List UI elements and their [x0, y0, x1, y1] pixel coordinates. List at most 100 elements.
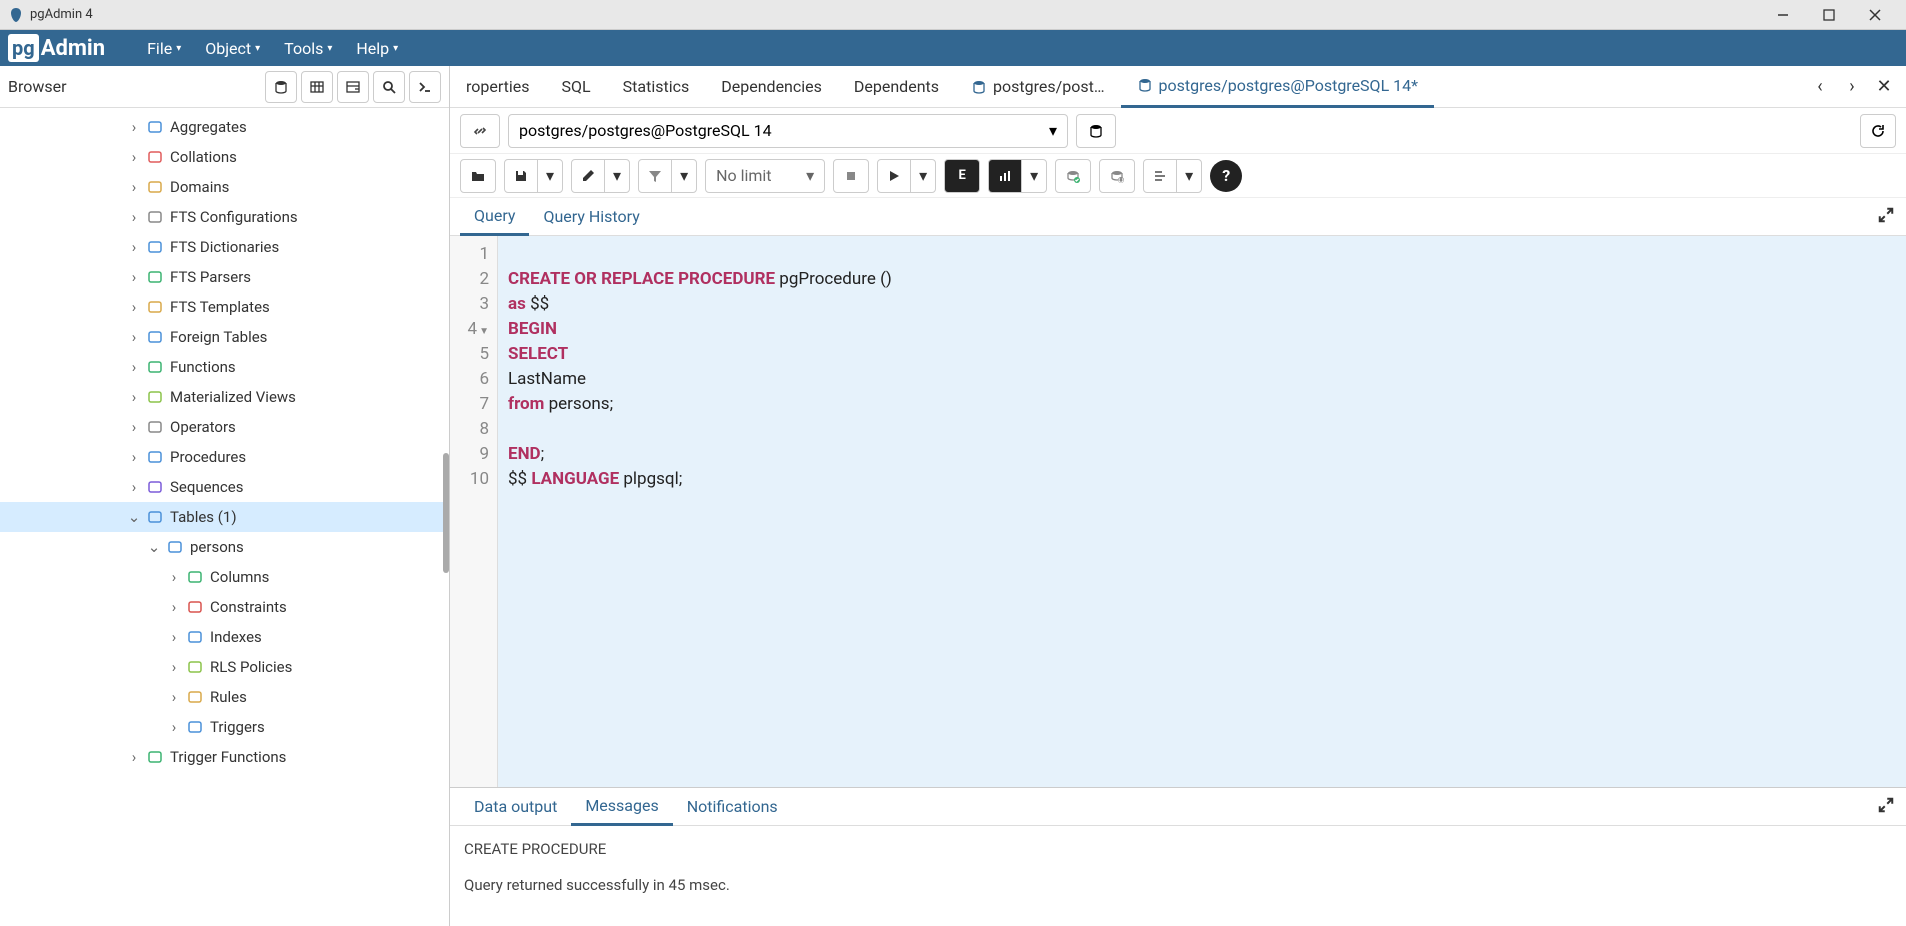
- chevron-down-icon[interactable]: ▾: [1177, 160, 1201, 192]
- save-file-button[interactable]: ▾: [504, 159, 563, 193]
- tree-node[interactable]: ›RLS Policies: [0, 652, 449, 682]
- tree-node-label: FTS Parsers: [170, 268, 251, 286]
- stop-button[interactable]: [833, 159, 869, 193]
- line-gutter: 12345678910: [450, 236, 498, 787]
- tree-node[interactable]: ›FTS Templates: [0, 292, 449, 322]
- minimize-button[interactable]: [1760, 0, 1806, 30]
- tree-node[interactable]: ›Constraints: [0, 592, 449, 622]
- object-tree[interactable]: ›Aggregates›Collations›Domains›FTS Confi…: [0, 108, 449, 926]
- tree-node[interactable]: ⌄Tables (1): [0, 502, 449, 532]
- menu-help[interactable]: Help▾: [344, 39, 410, 58]
- tree-node[interactable]: ›Procedures: [0, 442, 449, 472]
- tree-node[interactable]: › Foreign Tables: [0, 322, 449, 352]
- sql-editor[interactable]: 12345678910 CREATE OR REPLACE PROCEDURE …: [450, 236, 1906, 787]
- tree-node[interactable]: ›Aggregates: [0, 112, 449, 142]
- browser-header: Browser: [0, 66, 449, 108]
- tab-query-editor[interactable]: Query: [460, 198, 529, 236]
- logo-pg: pg: [8, 34, 39, 62]
- tree-node-label: Domains: [170, 178, 229, 196]
- chevron-down-icon[interactable]: ▾: [1022, 160, 1046, 192]
- reset-layout-button[interactable]: [1860, 114, 1896, 148]
- maximize-button[interactable]: [1806, 0, 1852, 30]
- tab-sql[interactable]: SQL: [546, 66, 607, 108]
- new-connection-button[interactable]: [1076, 114, 1116, 148]
- tree-node[interactable]: › Domains: [0, 172, 449, 202]
- chevron-right-icon: ›: [126, 148, 142, 166]
- tree-node[interactable]: ›Functions: [0, 352, 449, 382]
- tree-node[interactable]: ›Triggers: [0, 712, 449, 742]
- query-tool-button[interactable]: [265, 71, 297, 103]
- menu-file[interactable]: File▾: [135, 39, 193, 58]
- aggregates-icon: [146, 118, 164, 136]
- close-button[interactable]: [1852, 0, 1898, 30]
- tree-node[interactable]: ›Operators: [0, 412, 449, 442]
- tab-notifications[interactable]: Notifications: [673, 788, 792, 826]
- limit-dropdown[interactable]: No limit ▾: [705, 159, 825, 193]
- edit-button[interactable]: ▾: [571, 159, 630, 193]
- chevron-right-icon: ›: [166, 568, 182, 586]
- explain-button[interactable]: E: [944, 159, 980, 193]
- tab-query-1[interactable]: postgres/post…: [955, 66, 1121, 108]
- tree-node[interactable]: ›Collations: [0, 142, 449, 172]
- chevron-down-icon[interactable]: ▾: [911, 160, 935, 192]
- help-button[interactable]: ?: [1210, 160, 1242, 192]
- tree-scrollbar[interactable]: [443, 453, 449, 573]
- connection-status-button[interactable]: [460, 114, 500, 148]
- code-area[interactable]: CREATE OR REPLACE PROCEDURE pgProcedure …: [498, 236, 902, 787]
- tree-node[interactable]: ›Trigger Functions: [0, 742, 449, 772]
- tab-query-history[interactable]: Query History: [529, 198, 653, 236]
- tab-properties[interactable]: roperties: [450, 66, 546, 108]
- tab-prev-button[interactable]: ‹: [1808, 75, 1832, 99]
- tab-statistics[interactable]: Statistics: [607, 66, 706, 108]
- tree-node[interactable]: ›FTS Configurations: [0, 202, 449, 232]
- tree-node[interactable]: ›Sequences: [0, 472, 449, 502]
- connection-dropdown[interactable]: postgres/postgres@PostgreSQL 14 ▾: [508, 114, 1068, 148]
- tab-dependents[interactable]: Dependents: [838, 66, 955, 108]
- chevron-down-icon[interactable]: ▾: [538, 160, 562, 192]
- menu-tools[interactable]: Tools▾: [272, 39, 344, 58]
- chevron-right-icon: ›: [166, 718, 182, 736]
- tree-node[interactable]: ›Indexes: [0, 622, 449, 652]
- chevron-right-icon: ›: [126, 418, 142, 436]
- expand-output-button[interactable]: [1876, 795, 1896, 819]
- view-data-button[interactable]: [301, 71, 333, 103]
- collations-icon: [146, 148, 164, 166]
- tab-close-button[interactable]: ✕: [1872, 75, 1896, 99]
- filter-button[interactable]: ▾: [638, 159, 697, 193]
- tree-node[interactable]: ›Materialized Views: [0, 382, 449, 412]
- chevron-right-icon: ›: [126, 178, 142, 196]
- chevron-down-icon[interactable]: ▾: [672, 160, 696, 192]
- tab-messages[interactable]: Messages: [571, 788, 672, 826]
- macros-button[interactable]: ▾: [1143, 159, 1202, 193]
- chevron-right-icon: ›: [126, 328, 142, 346]
- explain-analyze-button[interactable]: ▾: [988, 159, 1047, 193]
- filter-rows-button[interactable]: [337, 71, 369, 103]
- expand-editor-button[interactable]: [1876, 205, 1896, 229]
- tree-node[interactable]: ›Columns: [0, 562, 449, 592]
- tab-dependencies[interactable]: Dependencies: [705, 66, 838, 108]
- commit-button[interactable]: [1055, 159, 1091, 193]
- chevron-down-icon: ▾: [176, 43, 181, 54]
- tab-query-2[interactable]: postgres/postgres@PostgreSQL 14*: [1121, 66, 1435, 108]
- tree-node[interactable]: ›FTS Dictionaries: [0, 232, 449, 262]
- chevron-down-icon[interactable]: ▾: [605, 160, 629, 192]
- chevron-down-icon: ▾: [327, 43, 332, 54]
- psql-tool-button[interactable]: [409, 71, 441, 103]
- fts-config-icon: [146, 208, 164, 226]
- chevron-right-icon: ›: [126, 268, 142, 286]
- execute-button[interactable]: ▾: [877, 159, 936, 193]
- tree-node-label: Foreign Tables: [170, 328, 267, 346]
- tree-node[interactable]: ›Rules: [0, 682, 449, 712]
- menu-object[interactable]: Object▾: [193, 39, 272, 58]
- search-objects-button[interactable]: [373, 71, 405, 103]
- tree-node[interactable]: ⌄persons: [0, 532, 449, 562]
- chevron-right-icon: ›: [166, 658, 182, 676]
- rollback-button[interactable]: [1099, 159, 1135, 193]
- table-icon: [166, 538, 184, 556]
- tree-node-label: Tables (1): [170, 508, 237, 526]
- rules-icon: [186, 688, 204, 706]
- tab-next-button[interactable]: ›: [1840, 75, 1864, 99]
- open-file-button[interactable]: [460, 159, 496, 193]
- tab-data-output[interactable]: Data output: [460, 788, 571, 826]
- tree-node[interactable]: › FTS Parsers: [0, 262, 449, 292]
